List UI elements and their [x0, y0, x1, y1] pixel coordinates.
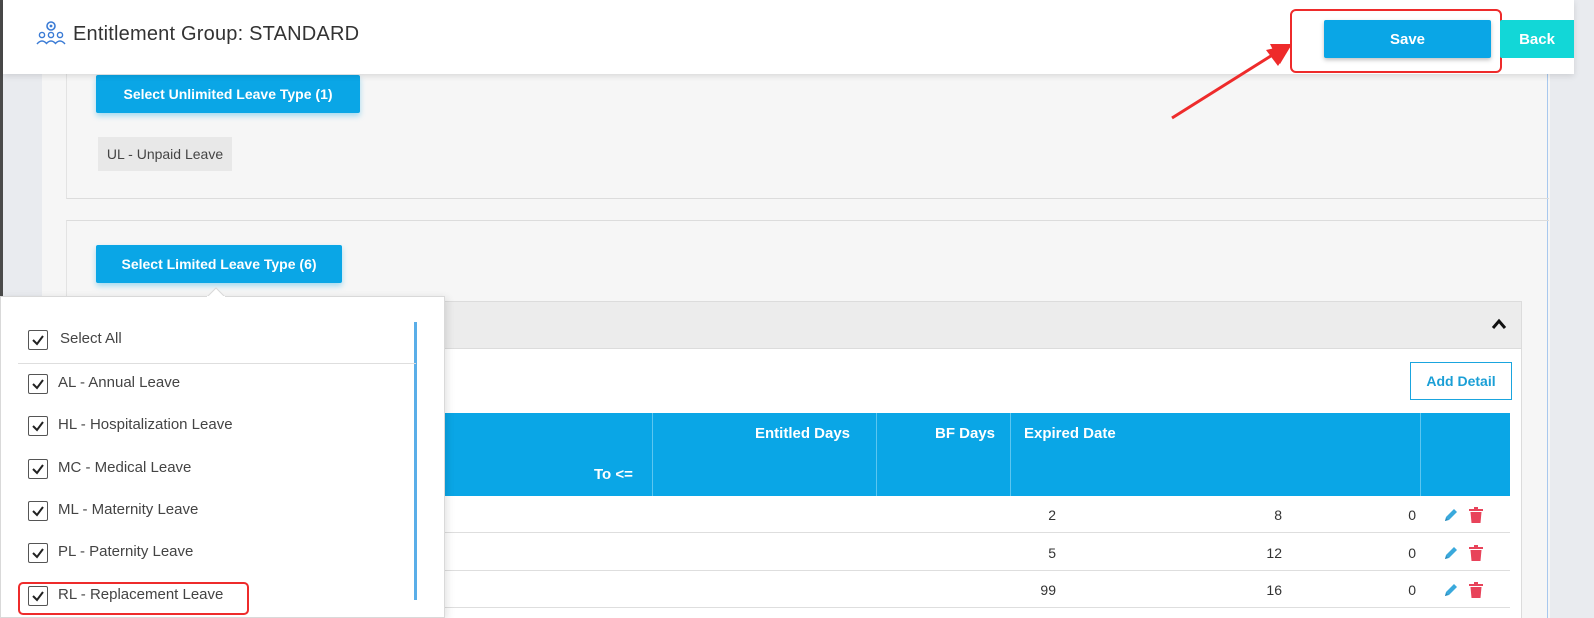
check-icon [32, 335, 44, 346]
column-divider [1010, 413, 1011, 496]
option-label: PL - Paternity Leave [58, 543, 194, 560]
cell-bf-days: 0 [1408, 582, 1416, 598]
cell-bf-days: 0 [1408, 507, 1416, 523]
check-icon [32, 506, 44, 517]
cell-entitled-days: 16 [1266, 582, 1282, 598]
trash-icon[interactable] [1469, 507, 1483, 523]
page-title: Entitlement Group: STANDARD [73, 23, 360, 45]
unlimited-leave-chip: UL - Unpaid Leave [98, 137, 232, 171]
dropdown-caret [207, 287, 225, 297]
option-label: ML - Maternity Leave [58, 501, 199, 518]
leave-accordion-header[interactable] [404, 301, 1522, 349]
col-header-expired-date: Expired Date [1024, 425, 1116, 442]
leave-option[interactable]: MC - Medical Leave [18, 451, 418, 487]
divider [18, 363, 416, 364]
add-detail-button[interactable]: Add Detail [1410, 362, 1512, 400]
column-divider [652, 413, 653, 496]
column-divider [1420, 413, 1421, 496]
trash-icon[interactable] [1469, 582, 1483, 598]
checkbox[interactable] [28, 543, 48, 563]
option-label: HL - Hospitalization Leave [58, 416, 233, 433]
cell-to: 5 [1048, 545, 1056, 561]
option-label: Select All [60, 330, 122, 347]
leave-option[interactable]: AL - Annual Leave [18, 366, 418, 402]
table-row: 2 8 0 [420, 496, 1510, 533]
table-row: 5 12 0 [420, 534, 1510, 571]
check-icon [32, 464, 44, 475]
select-all-option[interactable]: Select All [18, 322, 418, 358]
pencil-icon[interactable] [1443, 582, 1459, 598]
annotation-arrow [1171, 44, 1292, 120]
cell-bf-days: 0 [1408, 545, 1416, 561]
leave-option[interactable]: HL - Hospitalization Leave [18, 408, 418, 444]
check-icon [32, 379, 44, 390]
cell-to: 2 [1048, 507, 1056, 523]
check-icon [32, 421, 44, 432]
column-divider [876, 413, 877, 496]
pencil-icon[interactable] [1443, 545, 1459, 561]
col-header-to: To <= [594, 466, 633, 483]
save-button[interactable]: Save [1324, 20, 1491, 58]
cell-entitled-days: 12 [1266, 545, 1282, 561]
option-label: AL - Annual Leave [58, 374, 181, 391]
checkbox[interactable] [28, 501, 48, 521]
col-header-entitled-days: Entitled Days [755, 425, 851, 442]
select-unlimited-leave-type-button[interactable]: Select Unlimited Leave Type (1) [96, 75, 360, 113]
select-limited-leave-type-button[interactable]: Select Limited Leave Type (6) [96, 245, 342, 283]
leave-option[interactable]: ML - Maternity Leave [18, 493, 418, 529]
people-gear-icon [36, 20, 66, 46]
checkbox[interactable] [28, 459, 48, 479]
page-gutter [1574, 0, 1594, 618]
replacement-leave-highlight-box [18, 582, 249, 615]
checkbox[interactable] [28, 374, 48, 394]
check-icon [32, 548, 44, 559]
table-row: 99 16 0 [420, 571, 1510, 608]
col-header-bf-days: BF Days [935, 425, 996, 442]
pencil-icon[interactable] [1443, 507, 1459, 523]
checkbox[interactable] [28, 416, 48, 436]
checkbox[interactable] [28, 330, 48, 350]
option-label: MC - Medical Leave [58, 459, 192, 476]
cell-to: 99 [1040, 582, 1056, 598]
cell-entitled-days: 8 [1274, 507, 1282, 523]
leave-option[interactable]: PL - Paternity Leave [18, 535, 418, 571]
back-button[interactable]: Back [1500, 20, 1574, 58]
trash-icon[interactable] [1469, 545, 1483, 561]
chevron-up-icon[interactable] [1491, 318, 1507, 330]
